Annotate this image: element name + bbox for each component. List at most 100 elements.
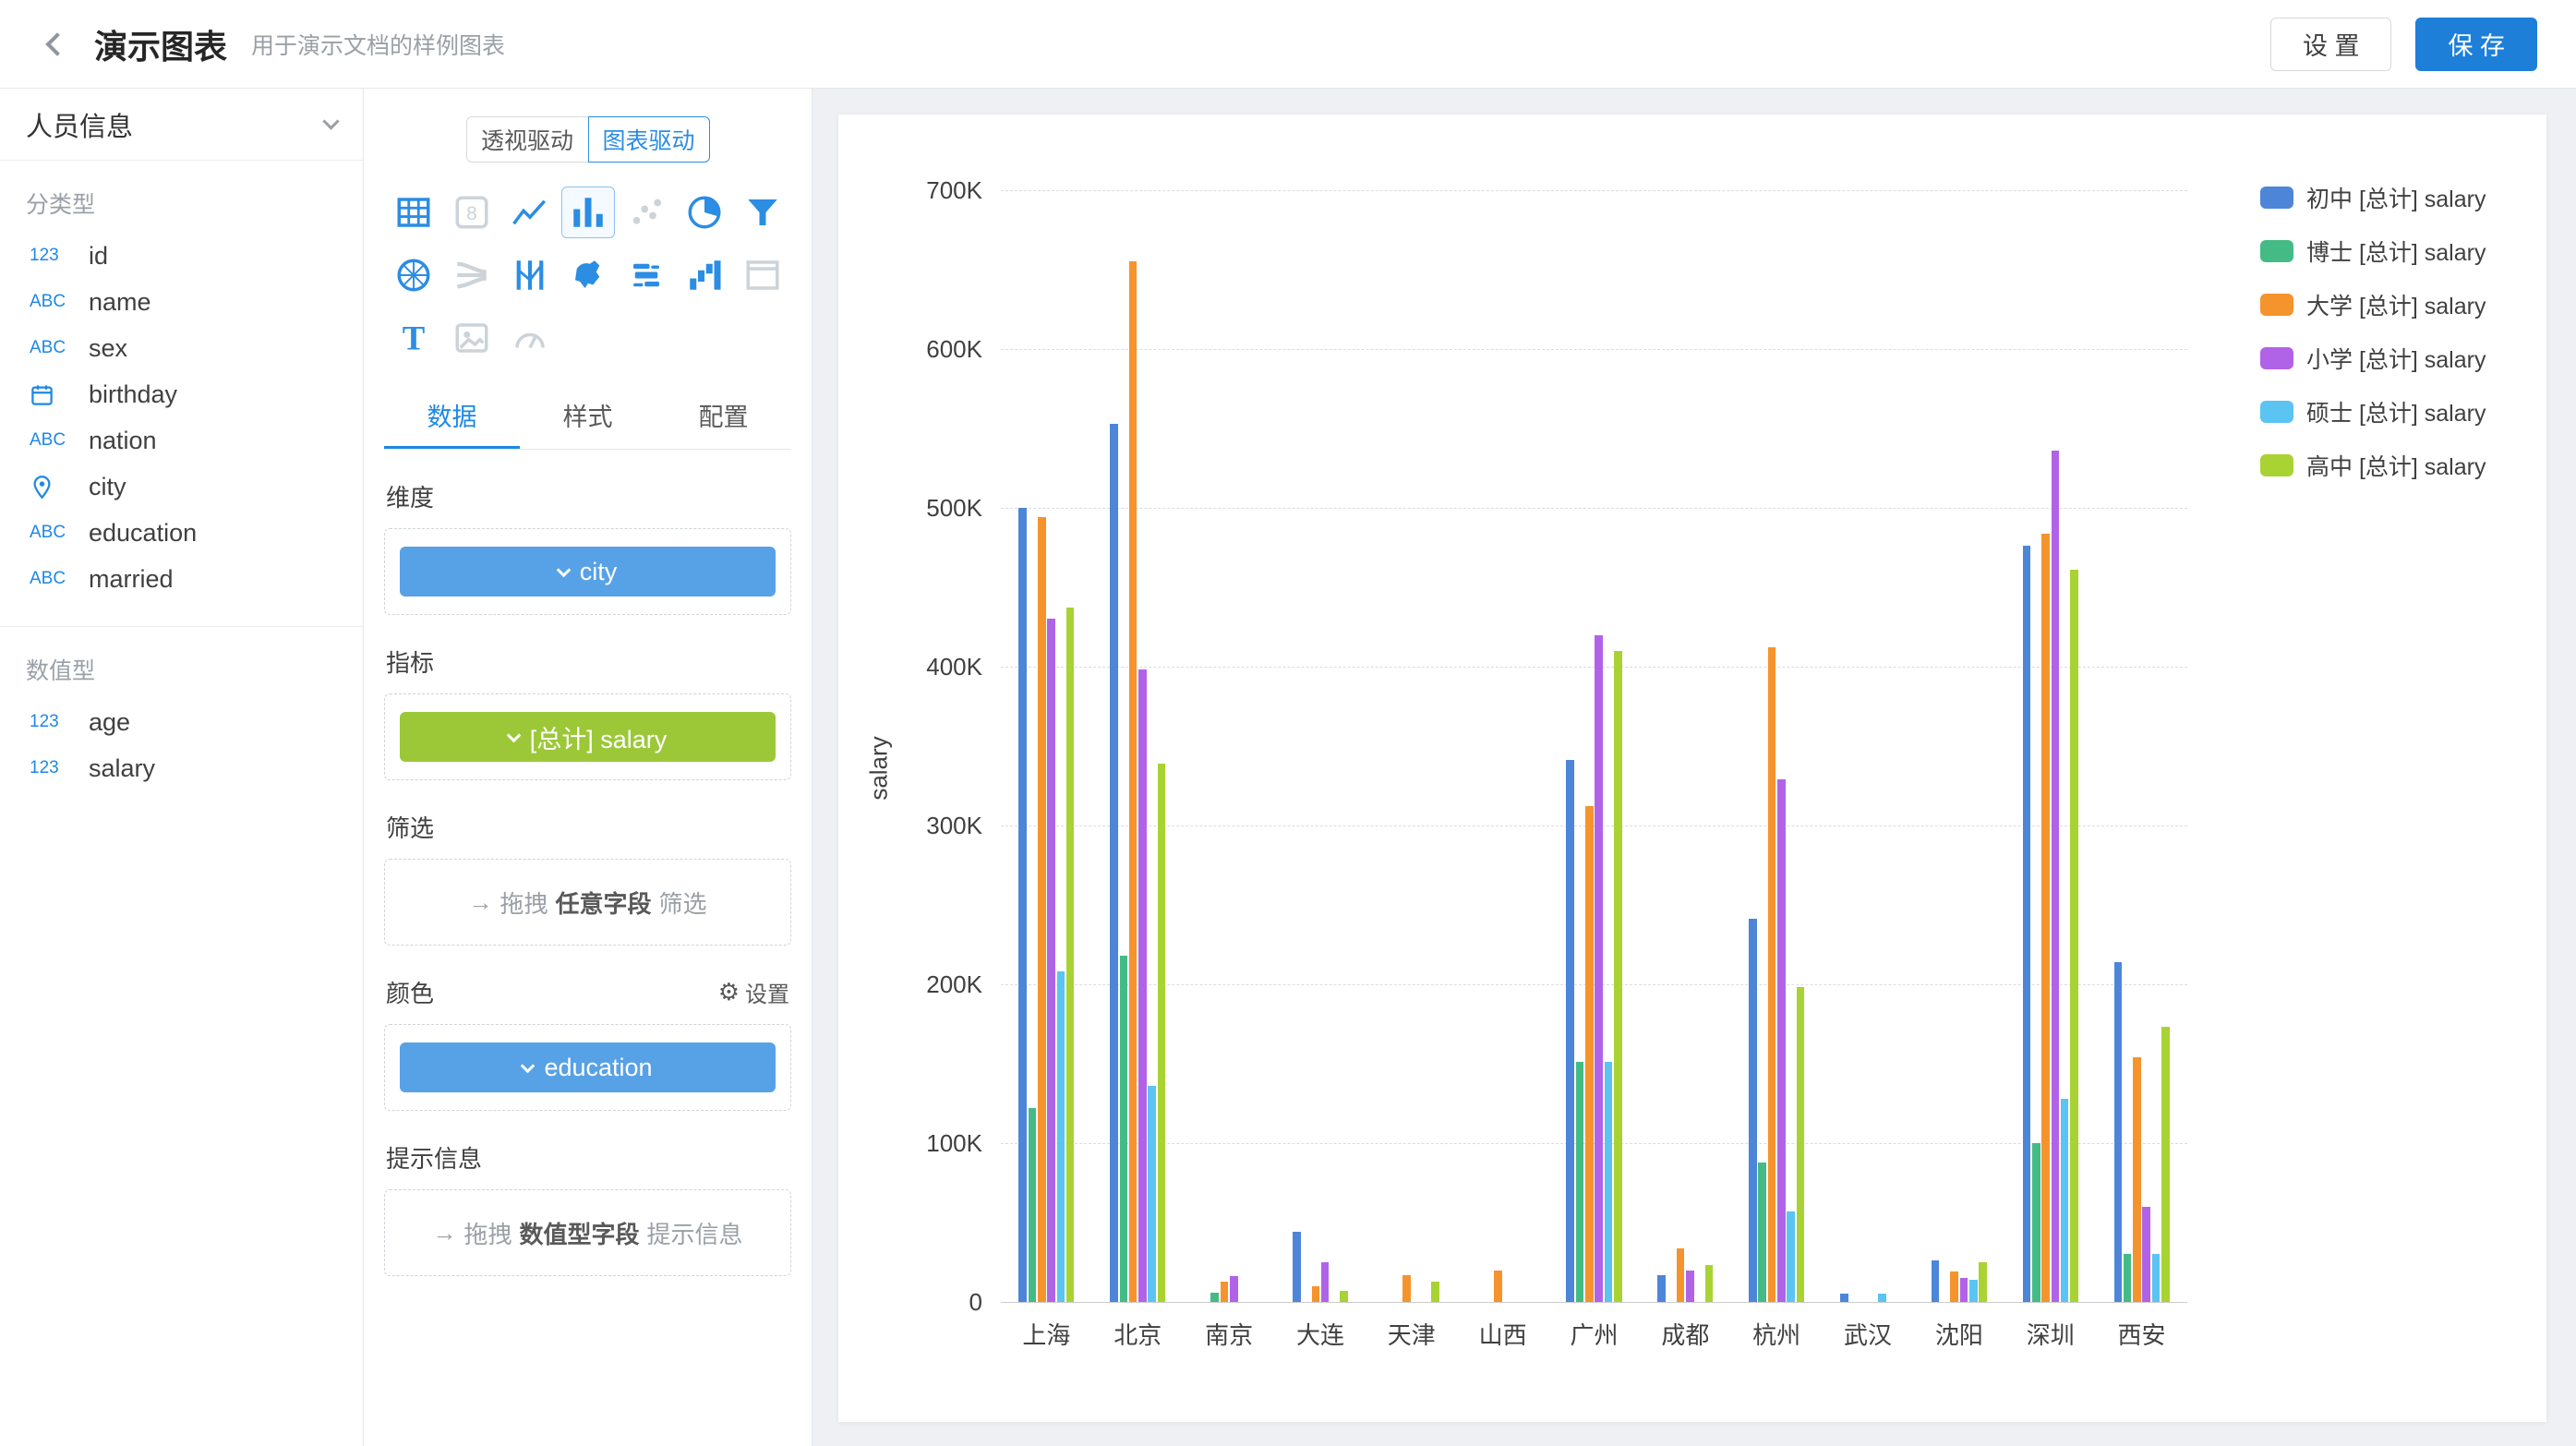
filter-dropzone[interactable]: → 拖拽任意字段筛选 — [384, 859, 791, 946]
metric-dropzone[interactable]: [总计] salary — [384, 693, 791, 780]
bar-沈阳-硕士 [总计] salary[interactable] — [1969, 1280, 1978, 1302]
bar-西安-高中 [总计] salary[interactable] — [2161, 1027, 2170, 1302]
field-item-salary[interactable]: 123salary — [0, 745, 363, 791]
back-button[interactable] — [39, 26, 76, 63]
legend-item[interactable]: 大学 [总计] salary — [2260, 288, 2486, 321]
bar-西安-小学 [总计] salary[interactable] — [2142, 1207, 2150, 1302]
chart-type-text-icon[interactable]: T — [387, 312, 440, 364]
bar-杭州-初中 [总计] salary[interactable] — [1749, 919, 1757, 1302]
bar-上海-高中 [总计] salary[interactable] — [1066, 608, 1075, 1302]
bar-大连-初中 [总计] salary[interactable] — [1293, 1232, 1301, 1302]
bar-广州-初中 [总计] salary[interactable] — [1566, 760, 1574, 1302]
bar-北京-大学 [总计] salary[interactable] — [1129, 261, 1138, 1302]
bar-广州-小学 [总计] salary[interactable] — [1595, 635, 1603, 1302]
field-item-education[interactable]: ABCeducation — [0, 510, 363, 556]
field-item-married[interactable]: ABCmarried — [0, 556, 363, 602]
chart-type-scatter-chart-icon[interactable] — [620, 187, 673, 238]
bar-深圳-小学 [总计] salary[interactable] — [2052, 451, 2060, 1302]
bar-西安-硕士 [总计] salary[interactable] — [2152, 1254, 2161, 1302]
chart-type-iframe-icon[interactable] — [736, 249, 789, 301]
chart-type-image-icon[interactable] — [445, 312, 499, 364]
metric-pill-salary[interactable]: [总计] salary — [400, 712, 776, 762]
legend-item[interactable]: 小学 [总计] salary — [2260, 342, 2486, 375]
field-item-age[interactable]: 123age — [0, 699, 363, 745]
bar-广州-博士 [总计] salary[interactable] — [1576, 1062, 1584, 1302]
bar-成都-小学 [总计] salary[interactable] — [1686, 1271, 1694, 1302]
tab-style[interactable]: 样式 — [520, 382, 656, 449]
bar-杭州-高中 [总计] salary[interactable] — [1797, 987, 1805, 1302]
bar-成都-大学 [总计] salary[interactable] — [1677, 1248, 1685, 1302]
bar-武汉-硕士 [总计] salary[interactable] — [1878, 1294, 1886, 1302]
bar-杭州-大学 [总计] salary[interactable] — [1768, 647, 1776, 1302]
bar-北京-硕士 [总计] salary[interactable] — [1148, 1086, 1156, 1302]
color-settings-button[interactable]: ⚙ 设置 — [718, 976, 789, 1008]
legend-item[interactable]: 博士 [总计] salary — [2260, 235, 2486, 268]
legend-item[interactable]: 硕士 [总计] salary — [2260, 395, 2486, 428]
bar-西安-初中 [总计] salary[interactable] — [2114, 962, 2123, 1302]
chart-type-number-card-icon[interactable]: 8 — [445, 187, 499, 238]
bar-北京-小学 [总计] salary[interactable] — [1138, 669, 1147, 1302]
bar-北京-博士 [总计] salary[interactable] — [1120, 956, 1128, 1302]
bar-杭州-博士 [总计] salary[interactable] — [1758, 1163, 1766, 1302]
bar-山西-大学 [总计] salary[interactable] — [1494, 1271, 1502, 1302]
bar-南京-大学 [总计] salary[interactable] — [1221, 1282, 1229, 1302]
bar-成都-初中 [总计] salary[interactable] — [1657, 1275, 1666, 1302]
settings-button[interactable]: 设 置 — [2270, 18, 2392, 71]
field-item-nation[interactable]: ABCnation — [0, 417, 363, 464]
chart-type-table-icon[interactable] — [387, 187, 440, 238]
mode-pivot-button[interactable]: 透视驱动 — [466, 116, 588, 163]
bar-成都-高中 [总计] salary[interactable] — [1705, 1265, 1714, 1302]
mode-chart-button[interactable]: 图表驱动 — [588, 116, 710, 163]
legend-item[interactable]: 高中 [总计] salary — [2260, 449, 2486, 482]
field-item-name[interactable]: ABCname — [0, 279, 363, 325]
bar-杭州-小学 [总计] salary[interactable] — [1777, 779, 1786, 1302]
color-pill-education[interactable]: education — [400, 1042, 776, 1092]
bar-大连-大学 [总计] salary[interactable] — [1312, 1286, 1320, 1302]
bar-天津-大学 [总计] salary[interactable] — [1402, 1275, 1411, 1302]
bar-上海-硕士 [总计] salary[interactable] — [1057, 971, 1065, 1302]
color-dropzone[interactable]: education — [384, 1024, 791, 1111]
bar-沈阳-小学 [总计] salary[interactable] — [1960, 1278, 1968, 1302]
chart-type-sankey-chart-icon[interactable] — [445, 249, 499, 301]
chart-type-funnel-chart-icon[interactable] — [736, 187, 789, 238]
chart-type-waterfall-chart-icon[interactable] — [678, 249, 731, 301]
data-source-selector[interactable]: 人员信息 — [0, 89, 363, 161]
bar-深圳-高中 [总计] salary[interactable] — [2070, 570, 2078, 1302]
bar-北京-高中 [总计] salary[interactable] — [1158, 764, 1166, 1302]
bar-广州-硕士 [总计] salary[interactable] — [1605, 1062, 1613, 1302]
bar-上海-大学 [总计] salary[interactable] — [1038, 517, 1046, 1302]
tab-config[interactable]: 配置 — [656, 382, 791, 449]
bar-深圳-硕士 [总计] salary[interactable] — [2061, 1099, 2069, 1302]
bar-杭州-硕士 [总计] salary[interactable] — [1787, 1211, 1795, 1302]
bar-西安-博士 [总计] salary[interactable] — [2124, 1254, 2132, 1302]
bar-西安-大学 [总计] salary[interactable] — [2133, 1057, 2141, 1302]
bar-上海-初中 [总计] salary[interactable] — [1018, 508, 1027, 1302]
legend-item[interactable]: 初中 [总计] salary — [2260, 181, 2486, 214]
bar-广州-高中 [总计] salary[interactable] — [1614, 651, 1622, 1302]
bar-深圳-博士 [总计] salary[interactable] — [2032, 1143, 2040, 1302]
save-button[interactable]: 保 存 — [2415, 18, 2537, 71]
tab-data[interactable]: 数据 — [384, 382, 520, 449]
field-item-id[interactable]: 123id — [0, 233, 363, 279]
field-item-city[interactable]: city — [0, 464, 363, 510]
field-item-sex[interactable]: ABCsex — [0, 325, 363, 371]
chart-type-pie-chart-icon[interactable] — [678, 187, 731, 238]
dimension-dropzone[interactable]: city — [384, 528, 791, 615]
bar-上海-小学 [总计] salary[interactable] — [1047, 619, 1055, 1302]
bar-武汉-初中 [总计] salary[interactable] — [1840, 1294, 1848, 1302]
bar-北京-初中 [总计] salary[interactable] — [1110, 424, 1118, 1302]
bar-沈阳-大学 [总计] salary[interactable] — [1950, 1271, 1958, 1302]
bar-天津-高中 [总计] salary[interactable] — [1431, 1282, 1439, 1302]
bar-沈阳-初中 [总计] salary[interactable] — [1932, 1260, 1940, 1302]
bar-深圳-大学 [总计] salary[interactable] — [2041, 534, 2050, 1302]
dimension-pill-city[interactable]: city — [400, 547, 776, 596]
field-item-birthday[interactable]: birthday — [0, 371, 363, 417]
bar-深圳-初中 [总计] salary[interactable] — [2023, 546, 2031, 1302]
chart-type-bar-chart-icon[interactable] — [561, 187, 615, 238]
bar-南京-小学 [总计] salary[interactable] — [1230, 1276, 1238, 1302]
bar-南京-博士 [总计] salary[interactable] — [1210, 1293, 1219, 1302]
chart-type-map-chart-icon[interactable] — [561, 249, 615, 301]
bar-沈阳-高中 [总计] salary[interactable] — [1979, 1262, 1987, 1302]
chart-type-gauge-icon[interactable] — [503, 312, 557, 364]
tooltip-dropzone[interactable]: → 拖拽数值型字段提示信息 — [384, 1189, 791, 1276]
